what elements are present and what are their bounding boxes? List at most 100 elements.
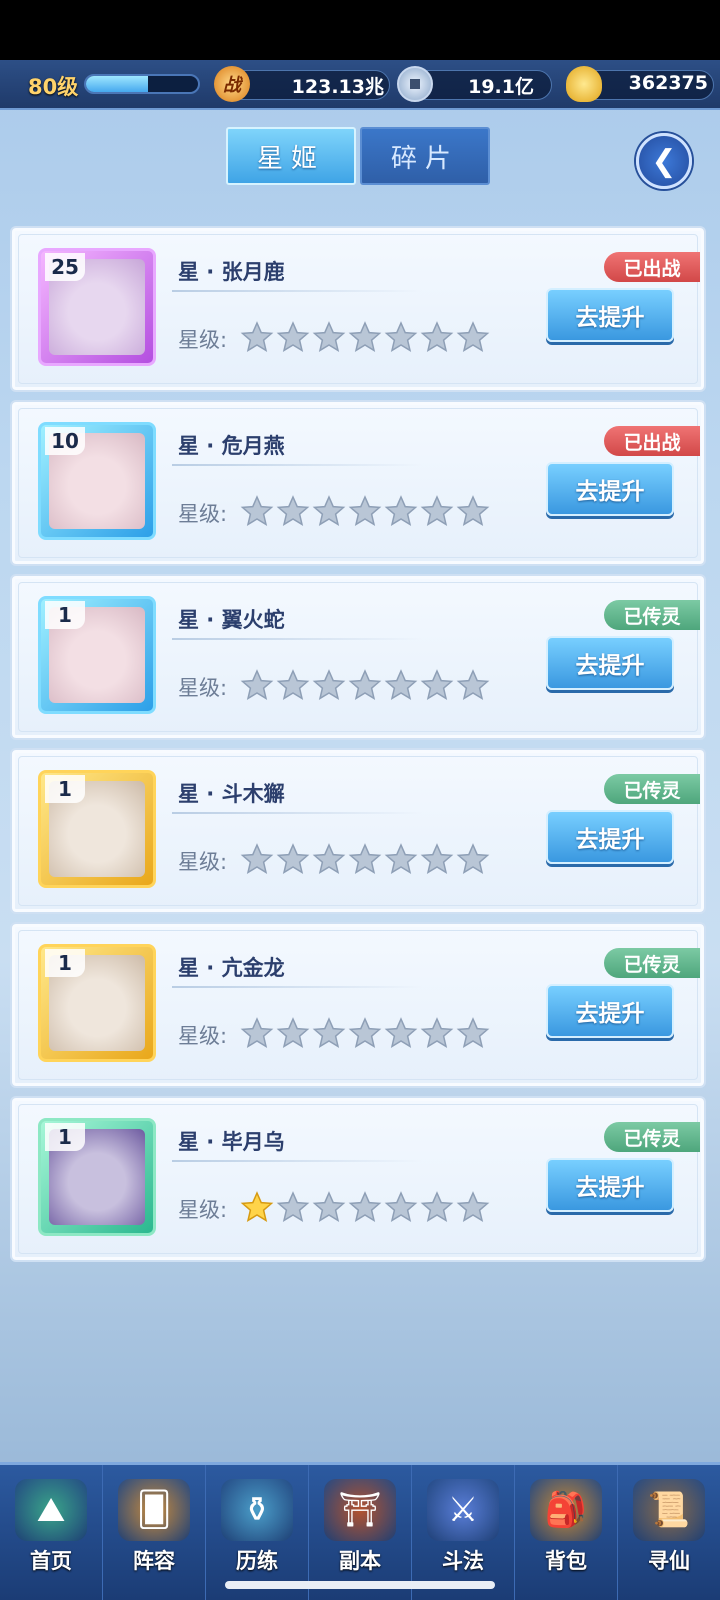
star-empty-icon bbox=[348, 495, 382, 526]
hero-card[interactable]: 10 星 · 危月燕 星级: 已出战 去提升 bbox=[10, 400, 706, 566]
star-level-label: 星级: bbox=[178, 1024, 228, 1048]
star-empty-icon bbox=[348, 1191, 382, 1222]
upgrade-button[interactable]: 去提升 bbox=[546, 636, 674, 690]
star-empty-icon bbox=[420, 495, 454, 526]
star-empty-icon bbox=[420, 1191, 454, 1222]
star-empty-icon bbox=[276, 1191, 310, 1222]
nav-item[interactable]: 🎒 背包 bbox=[515, 1465, 618, 1600]
nav-label: 寻仙 bbox=[648, 1549, 690, 1573]
exp-bar-fill bbox=[86, 76, 148, 92]
exp-bar bbox=[84, 74, 200, 94]
star-empty-icon bbox=[276, 321, 310, 352]
hero-level-badge: 1 bbox=[45, 775, 85, 803]
nav-label: 首页 bbox=[30, 1549, 72, 1573]
upgrade-button[interactable]: 去提升 bbox=[546, 984, 674, 1038]
star-empty-icon bbox=[384, 321, 418, 352]
nav-item[interactable]: ⛰ 首页 bbox=[0, 1465, 103, 1600]
gold-ingot-icon bbox=[566, 66, 602, 102]
hero-level-badge: 25 bbox=[45, 253, 85, 281]
bottom-nav: ⛰ 首页 🂠 阵容 ⚱ 历练 ⛩ 副本 ⚔ 斗法 🎒 背包 📜 寻仙 bbox=[0, 1462, 720, 1600]
hero-card[interactable]: 25 星 · 张月鹿 星级: 已出战 去提升 bbox=[10, 226, 706, 392]
tab-star-princess[interactable]: 星姬 bbox=[226, 127, 356, 185]
hero-portrait[interactable]: 1 bbox=[38, 944, 156, 1062]
nav-item[interactable]: ⛩ 副本 bbox=[309, 1465, 412, 1600]
name-divider bbox=[172, 1160, 422, 1162]
hero-card[interactable]: 1 星 · 斗木獬 星级: 已传灵 去提升 bbox=[10, 748, 706, 914]
upgrade-button[interactable]: 去提升 bbox=[546, 462, 674, 516]
hero-portrait[interactable]: 1 bbox=[38, 1118, 156, 1236]
dungeon-gate-icon: ⛩ bbox=[324, 1479, 396, 1541]
back-button[interactable]: ❮ bbox=[636, 133, 692, 189]
hero-level-badge: 1 bbox=[45, 949, 85, 977]
star-empty-icon bbox=[312, 669, 346, 700]
hero-level-badge: 10 bbox=[45, 427, 85, 455]
upgrade-button[interactable]: 去提升 bbox=[546, 1158, 674, 1212]
star-empty-icon bbox=[456, 495, 490, 526]
star-empty-icon bbox=[348, 321, 382, 352]
hero-level-badge: 1 bbox=[45, 1123, 85, 1151]
star-empty-icon bbox=[312, 321, 346, 352]
star-empty-icon bbox=[312, 495, 346, 526]
star-level-label: 星级: bbox=[178, 676, 228, 700]
hero-name: 星 · 斗木獬 bbox=[178, 782, 285, 806]
hero-card[interactable]: 1 星 · 翼火蛇 星级: 已传灵 去提升 bbox=[10, 574, 706, 740]
star-empty-icon bbox=[276, 1017, 310, 1048]
star-lit-icon bbox=[240, 1191, 274, 1222]
star-empty-icon bbox=[312, 1017, 346, 1048]
training-gourd-icon: ⚱ bbox=[221, 1479, 293, 1541]
backpack-bag-icon: 🎒 bbox=[530, 1479, 602, 1541]
star-empty-icon bbox=[348, 669, 382, 700]
battle-sword-icon: ⚔ bbox=[427, 1479, 499, 1541]
hero-portrait[interactable]: 1 bbox=[38, 770, 156, 888]
silver-value: 19.1亿 bbox=[468, 76, 534, 98]
back-arrow-icon: ❮ bbox=[651, 143, 677, 179]
nav-item[interactable]: ⚔ 斗法 bbox=[412, 1465, 515, 1600]
status-tag: 已出战 bbox=[604, 426, 700, 456]
hero-name: 星 · 毕月乌 bbox=[178, 1130, 285, 1154]
star-empty-icon bbox=[240, 843, 274, 874]
star-empty-icon bbox=[312, 1191, 346, 1222]
hero-card[interactable]: 1 星 · 亢金龙 星级: 已传灵 去提升 bbox=[10, 922, 706, 1088]
hero-name: 星 · 张月鹿 bbox=[178, 260, 285, 284]
status-tag: 已传灵 bbox=[604, 948, 700, 978]
star-empty-icon bbox=[456, 1017, 490, 1048]
nav-label: 斗法 bbox=[442, 1549, 484, 1573]
star-empty-icon bbox=[240, 1017, 274, 1048]
star-rating bbox=[240, 668, 490, 702]
home-indicator[interactable] bbox=[225, 1581, 495, 1589]
status-bar bbox=[0, 0, 720, 60]
star-empty-icon bbox=[240, 321, 274, 352]
hero-name: 星 · 翼火蛇 bbox=[178, 608, 285, 632]
star-level-label: 星级: bbox=[178, 502, 228, 526]
hero-portrait[interactable]: 25 bbox=[38, 248, 156, 366]
star-empty-icon bbox=[384, 843, 418, 874]
hero-portrait[interactable]: 10 bbox=[38, 422, 156, 540]
upgrade-button[interactable]: 去提升 bbox=[546, 288, 674, 342]
nav-item[interactable]: 📜 寻仙 bbox=[618, 1465, 720, 1600]
hero-name: 星 · 亢金龙 bbox=[178, 956, 285, 980]
player-level: 80级 bbox=[28, 75, 79, 99]
star-empty-icon bbox=[348, 843, 382, 874]
hero-level-badge: 1 bbox=[45, 601, 85, 629]
power-value: 123.13兆 bbox=[291, 76, 384, 98]
name-divider bbox=[172, 812, 422, 814]
status-tag: 已出战 bbox=[604, 252, 700, 282]
home-island-icon: ⛰ bbox=[15, 1479, 87, 1541]
star-empty-icon bbox=[420, 1017, 454, 1048]
star-empty-icon bbox=[312, 843, 346, 874]
gold-value: 362375 bbox=[628, 72, 708, 94]
silver-coin-icon bbox=[397, 66, 433, 102]
star-empty-icon bbox=[276, 495, 310, 526]
hero-portrait[interactable]: 1 bbox=[38, 596, 156, 714]
tab-fragments[interactable]: 碎片 bbox=[360, 127, 490, 185]
hero-card[interactable]: 1 星 · 毕月乌 星级: 已传灵 去提升 bbox=[10, 1096, 706, 1262]
hero-name: 星 · 危月燕 bbox=[178, 434, 285, 458]
name-divider bbox=[172, 986, 422, 988]
star-empty-icon bbox=[240, 495, 274, 526]
star-empty-icon bbox=[384, 1017, 418, 1048]
nav-item[interactable]: 🂠 阵容 bbox=[103, 1465, 206, 1600]
nav-item[interactable]: ⚱ 历练 bbox=[206, 1465, 309, 1600]
upgrade-button[interactable]: 去提升 bbox=[546, 810, 674, 864]
star-empty-icon bbox=[456, 321, 490, 352]
star-rating bbox=[240, 1016, 490, 1050]
